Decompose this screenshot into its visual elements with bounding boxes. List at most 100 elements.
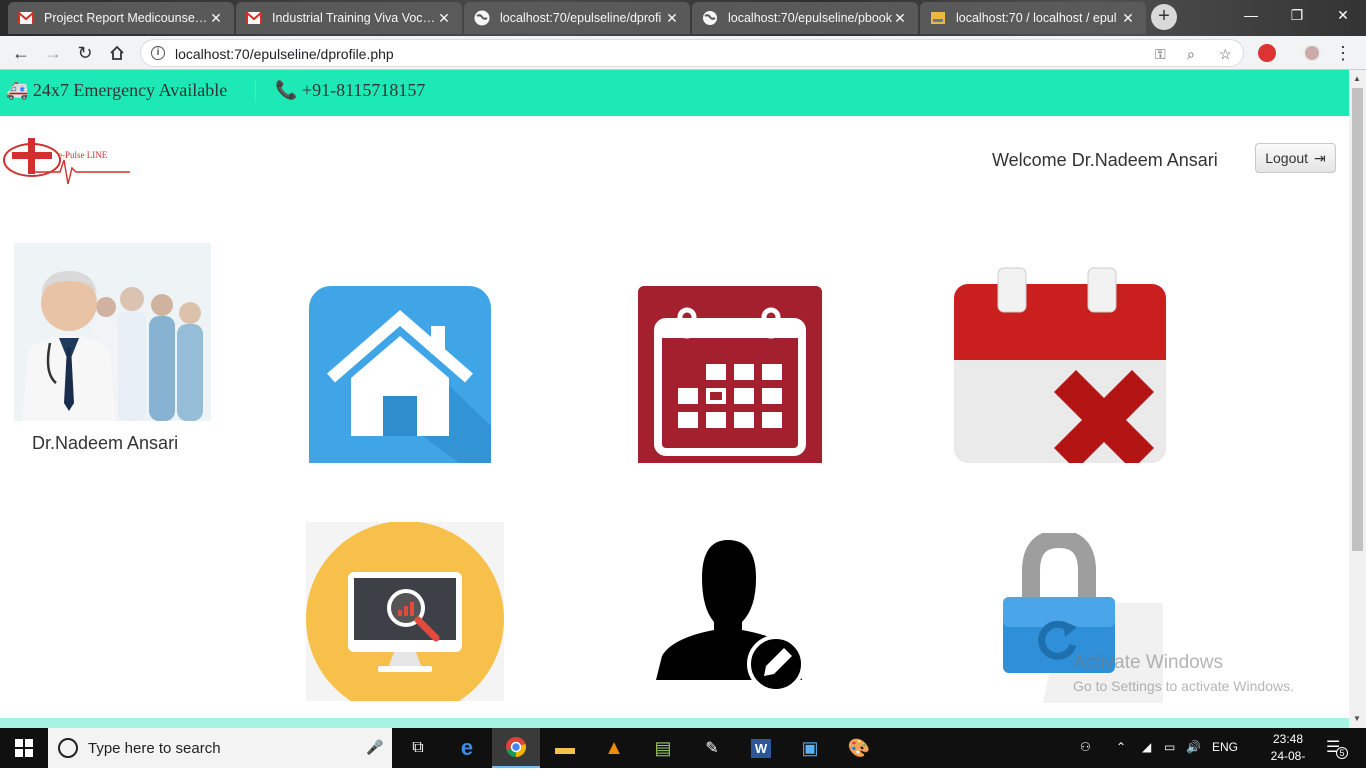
more-vertical-icon: ⋮ (1334, 43, 1352, 63)
photos-icon: ▣ (801, 737, 819, 758)
edge-button[interactable]: e (443, 728, 491, 768)
browser-tab-strip: Project Report Medicounsel - n ✕ Industr… (0, 0, 1366, 36)
close-icon[interactable]: ✕ (892, 10, 908, 26)
browser-tab-4[interactable]: localhost:70/epulseline/pbook ✕ (692, 2, 918, 34)
zoom-icon[interactable]: ⌕ (1187, 46, 1195, 63)
key-icon[interactable]: ⚿ (1155, 46, 1166, 63)
language-indicator[interactable]: ENG (1212, 740, 1238, 754)
browser-toolbar: ← → ↻ i localhost:70/epulseline/dprofile… (0, 36, 1366, 70)
vlc-button[interactable]: ▲ (590, 728, 638, 768)
close-icon[interactable]: ✕ (1120, 10, 1136, 26)
chrome-button[interactable] (492, 728, 540, 768)
extension-adblock-icon[interactable] (1258, 44, 1276, 62)
watermark-line-2: Go to Settings to activate Windows. (1073, 678, 1294, 694)
reload-button[interactable]: ↻ (72, 40, 98, 66)
page-scrollbar[interactable]: ▲ ▼ (1349, 70, 1366, 728)
menu-button[interactable]: ⋮ (1330, 40, 1356, 66)
start-button[interactable] (0, 728, 48, 768)
paint-button[interactable]: 🎨 (835, 728, 883, 768)
windows-taskbar: Type here to search 🎤 ⧉ e ▬ ▲ ▤ ✎ W ▣ 🎨 … (0, 728, 1366, 780)
close-icon[interactable]: ✕ (208, 10, 224, 26)
site-logo[interactable]: e-Pulse LINE (2, 132, 132, 192)
globe-icon (702, 10, 718, 26)
windows-logo-icon (15, 739, 33, 757)
scroll-up-arrow[interactable]: ▲ (1353, 74, 1361, 83)
people-icon[interactable]: ⚇ (1080, 740, 1091, 754)
action-center-button[interactable]: ☰ 5 (1326, 737, 1348, 759)
info-icon[interactable]: i (151, 46, 165, 60)
restore-button[interactable]: ❐ (1274, 0, 1320, 32)
battery-icon[interactable]: ▭ (1164, 740, 1175, 754)
doctor-name: Dr.Nadeem Ansari (32, 433, 179, 453)
browser-tab-5[interactable]: localhost:70 / localhost / epul ✕ (920, 2, 1146, 34)
logout-button[interactable]: Logout ⇥ (1255, 143, 1336, 173)
tab-title: Industrial Training Viva Voce - (272, 11, 436, 25)
minimize-button[interactable]: — (1228, 0, 1274, 32)
scrollbar-thumb[interactable] (1352, 88, 1363, 551)
reports-tile[interactable] (306, 521, 504, 717)
welcome-message: Welcome Dr.Nadeem Ansari (992, 150, 1218, 170)
page-viewport: 🚑 24x7 Emergency Available 📞 +91-8115718… (0, 70, 1349, 728)
ambulance-icon: 🚑 (6, 80, 29, 100)
clock-date: 24-08-2019 (1270, 749, 1306, 780)
contact-bar: 🚑 24x7 Emergency Available 📞 +91-8115718… (0, 70, 1349, 116)
browser-tab-1[interactable]: Project Report Medicounsel - n ✕ (8, 2, 234, 34)
word-button[interactable]: W (737, 728, 785, 768)
new-tab-button[interactable]: + (1151, 4, 1177, 30)
paint-icon: 🎨 (847, 737, 871, 758)
appointments-tile[interactable] (638, 286, 822, 463)
close-icon[interactable]: ✕ (436, 10, 452, 26)
phone-info: 📞 +91-8115718157 (275, 80, 425, 101)
phpmyadmin-icon (930, 10, 946, 26)
bookmark-star-icon[interactable]: ☆ (1219, 46, 1232, 63)
gmail-icon (18, 10, 34, 26)
notification-count: 5 (1336, 747, 1348, 759)
calendar-icon (654, 307, 806, 456)
reload-icon: ↻ (77, 43, 93, 63)
microphone-icon[interactable]: 🎤 (366, 739, 383, 756)
home-tile[interactable] (309, 286, 491, 463)
task-view-button[interactable]: ⧉ (394, 728, 442, 768)
word-icon: W (750, 738, 772, 758)
user-edit-icon (656, 540, 805, 693)
arrow-right-icon: → (44, 43, 62, 63)
taskbar-search[interactable]: Type here to search 🎤 (48, 728, 392, 768)
home-button[interactable] (104, 40, 130, 66)
tab-title: localhost:70/epulseline/dprofi (500, 11, 662, 25)
notepad-button[interactable]: ▤ (639, 728, 687, 768)
url-text[interactable]: localhost:70/epulseline/dprofile.php (175, 46, 394, 62)
cancel-appointment-tile[interactable] (954, 266, 1166, 470)
file-explorer-button[interactable]: ▬ (541, 728, 589, 768)
close-window-button[interactable]: ✕ (1320, 0, 1366, 32)
address-bar[interactable]: i localhost:70/epulseline/dprofile.php ⚿… (140, 39, 1244, 67)
browser-tab-3[interactable]: localhost:70/epulseline/dprofi ✕ (464, 2, 690, 34)
back-button[interactable]: ← (8, 40, 34, 66)
calendar-cancel-icon (954, 267, 1166, 470)
folder-icon: ▬ (555, 736, 575, 759)
network-icon[interactable]: ◢ (1142, 740, 1151, 754)
pen-app-button[interactable]: ✎ (688, 728, 736, 768)
pen-icon: ✎ (705, 740, 719, 757)
profile-avatar[interactable] (1303, 44, 1321, 62)
close-icon[interactable]: ✕ (664, 10, 680, 26)
volume-icon[interactable]: 🔊 (1186, 740, 1201, 754)
forward-button[interactable]: → (40, 40, 66, 66)
browser-tab-2[interactable]: Industrial Training Viva Voce - ✕ (236, 2, 462, 34)
chevron-up-icon[interactable]: ⌃ (1116, 740, 1126, 754)
chrome-icon (506, 737, 526, 757)
logo-text: e-Pulse LINE (58, 150, 108, 160)
logout-icon: ⇥ (1314, 149, 1326, 166)
home-icon (327, 310, 491, 463)
system-clock[interactable]: 23:48 24-08-2019 (1258, 731, 1318, 782)
doctor-photo (14, 243, 211, 421)
globe-icon (474, 10, 490, 26)
monitor-search-icon (306, 521, 504, 717)
divider (255, 80, 256, 102)
home-outline-icon (110, 45, 124, 60)
arrow-left-icon: ← (12, 43, 30, 63)
scroll-down-arrow[interactable]: ▼ (1353, 714, 1361, 723)
edge-icon: e (460, 735, 474, 760)
edit-profile-tile[interactable] (656, 538, 806, 698)
phone-text: +91-8115718157 (301, 80, 426, 100)
photos-button[interactable]: ▣ (786, 728, 834, 768)
